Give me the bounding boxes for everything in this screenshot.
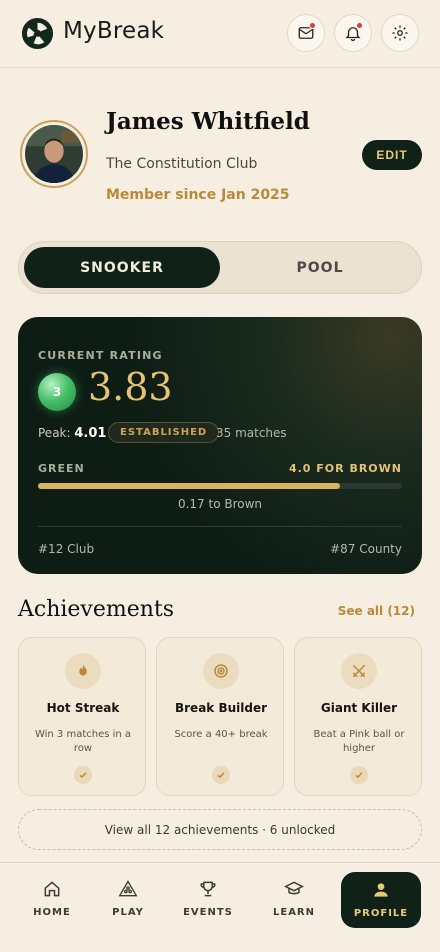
nav-events[interactable]: EVENTS [170, 871, 246, 929]
triangle-rack-icon [118, 880, 138, 897]
peak-rating: Peak: 4.01 [38, 426, 106, 441]
toggle-pool[interactable]: POOL [222, 247, 418, 288]
profile-name: James Whitfield [106, 108, 310, 135]
graduation-cap-icon [284, 881, 304, 895]
rating-card[interactable]: CURRENT RATING 3 3.83 Peak: 4.01 ESTABLI… [18, 317, 422, 574]
app-title: MyBreak [63, 18, 165, 44]
nav-label: PLAY [112, 907, 144, 918]
achievement-icon-wrap [203, 653, 239, 689]
member-since: Member since Jan 2025 [106, 187, 290, 203]
nav-label: PROFILE [353, 908, 409, 919]
nav-play[interactable]: PLAY [90, 871, 166, 929]
check-icon [212, 766, 230, 784]
green-ball-icon: 3 [38, 373, 76, 411]
trophy-icon [200, 881, 216, 897]
avatar-photo [25, 125, 83, 183]
swords-icon [353, 665, 365, 677]
app-header: MyBreak [0, 0, 440, 68]
achievement-icon-wrap [341, 653, 377, 689]
gear-icon [392, 25, 408, 41]
achievement-desc: Win 3 matches in a row [34, 729, 132, 754]
see-all-achievements-link[interactable]: See all (12) [338, 604, 415, 618]
rating-label: CURRENT RATING [38, 349, 163, 362]
user-icon [374, 883, 388, 897]
tier-progress-bar [38, 483, 402, 489]
peak-value: 4.01 [74, 426, 107, 441]
notification-dot [309, 22, 316, 29]
avatar[interactable] [20, 120, 88, 188]
nav-label: HOME [33, 907, 71, 918]
achievement-desc: Beat a Pink ball or higher [313, 729, 405, 754]
settings-button[interactable] [381, 14, 419, 52]
achievement-desc: Score a 40+ break [174, 729, 268, 740]
game-type-toggle: SNOOKER POOL [18, 241, 422, 294]
check-icon [350, 766, 368, 784]
achievement-name: Giant Killer [320, 701, 398, 715]
bottom-nav: HOME PLAY EVENTS LEARN PROFILE [0, 862, 440, 952]
edit-profile-button[interactable]: EDIT [362, 140, 422, 170]
next-tier: 4.0 FOR BROWN [288, 462, 402, 475]
points-to-next-tier: 0.17 to Brown [177, 497, 263, 511]
achievement-card-break-builder[interactable]: Break Builder Score a 40+ break [156, 637, 284, 796]
profile-club: The Constitution Club [106, 156, 258, 172]
achievements-title: Achievements [18, 597, 175, 622]
status-badge: ESTABLISHED [108, 422, 220, 443]
nav-home[interactable]: HOME [14, 871, 90, 929]
home-icon [44, 881, 60, 897]
toggle-snooker[interactable]: SNOOKER [24, 247, 220, 288]
matches-count: 35 matches [216, 426, 287, 440]
club-rank: #12 Club [38, 542, 95, 556]
divider [38, 526, 402, 527]
target-icon [214, 664, 228, 678]
flame-icon [79, 664, 87, 676]
notifications-button[interactable] [334, 14, 372, 52]
nav-learn[interactable]: LEARN [256, 871, 332, 929]
nav-label: LEARN [272, 907, 315, 918]
peak-label: Peak: [38, 426, 71, 440]
view-all-achievements-button[interactable]: View all 12 achievements · 6 unlocked [18, 809, 422, 850]
messages-button[interactable] [287, 14, 325, 52]
tier-progress-fill [38, 483, 341, 489]
current-tier: GREEN [38, 462, 85, 475]
notification-dot [356, 22, 363, 29]
achievement-card-giant-killer[interactable]: Giant Killer Beat a Pink ball or higher [294, 637, 422, 796]
nav-profile[interactable]: PROFILE [341, 872, 421, 928]
county-rank: #87 County [330, 542, 402, 556]
achievement-name: Hot Streak [46, 701, 120, 715]
check-icon [74, 766, 92, 784]
rating-value: 3.83 [88, 365, 173, 409]
achievement-name: Break Builder [174, 701, 268, 715]
nav-label: EVENTS [183, 907, 233, 918]
achievement-card-hot-streak[interactable]: Hot Streak Win 3 matches in a row [18, 637, 146, 796]
logo-icon [21, 17, 54, 50]
achievement-icon-wrap [65, 653, 101, 689]
